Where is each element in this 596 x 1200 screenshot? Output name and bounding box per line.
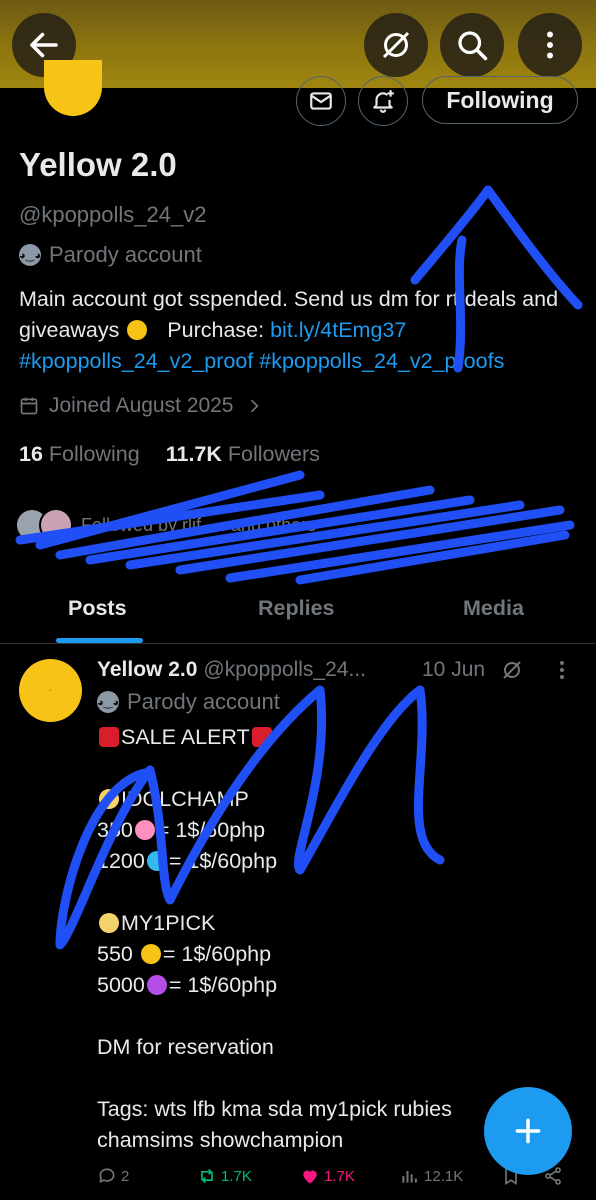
search-icon bbox=[458, 31, 488, 61]
reply-count: 2 bbox=[121, 1167, 130, 1185]
more-vertical-icon[interactable] bbox=[550, 658, 574, 682]
tab-replies[interactable]: Replies bbox=[258, 596, 334, 621]
profile-name: Yellow 2.0 bbox=[19, 146, 177, 183]
post-line bbox=[97, 1063, 537, 1094]
followed-by-text: Followed by rlif, ... and others bbox=[81, 514, 317, 535]
post-text: SALE ALERT IDOLCHAMP 350 = 1$/60php 1200 =… bbox=[97, 722, 537, 1156]
reply-icon bbox=[99, 1168, 115, 1183]
post-engagement-bar: 2 1.7K 1.7K 12.1K bbox=[97, 1166, 577, 1192]
post-line: MY1PICK bbox=[97, 908, 537, 939]
following-label: Following bbox=[48, 442, 140, 466]
chevron-right-icon bbox=[250, 399, 259, 413]
compose-button[interactable] bbox=[484, 1087, 572, 1175]
repost-button[interactable]: 1.7K bbox=[197, 1166, 252, 1186]
repost-icon bbox=[201, 1168, 213, 1184]
blue-heart-icon bbox=[146, 851, 167, 871]
post-parody-text: Parody account bbox=[127, 689, 280, 714]
followers-label: Followers bbox=[227, 442, 320, 466]
post-line: Tags: wts lfb kma sda my1pick rubies bbox=[97, 1097, 452, 1121]
search-button[interactable] bbox=[440, 13, 504, 77]
like-button[interactable]: 1.7K bbox=[300, 1166, 355, 1186]
more-vertical-icon bbox=[547, 31, 553, 59]
mail-icon bbox=[310, 92, 332, 110]
bell-plus-icon bbox=[373, 90, 394, 113]
post-date: 10 Jun bbox=[422, 658, 486, 681]
yellow-heart-icon bbox=[127, 320, 148, 340]
followed-by[interactable]: Followed by rlif, ... and others bbox=[15, 508, 596, 542]
more-button[interactable] bbox=[518, 13, 582, 77]
post-line: SALE ALERT bbox=[97, 722, 537, 753]
post-line bbox=[97, 877, 537, 908]
post-line: 5000 = 1$/60php bbox=[97, 973, 278, 997]
sparkle-icon bbox=[99, 913, 119, 933]
tab-posts[interactable]: Posts bbox=[68, 596, 127, 621]
views-button[interactable]: 12.1K bbox=[400, 1166, 463, 1186]
post-line: 1200 = 1$/60php bbox=[97, 849, 278, 873]
post-header-icons bbox=[500, 658, 574, 682]
post-line: DM for reservation bbox=[97, 1035, 274, 1059]
avatar bbox=[39, 508, 73, 542]
bio-hashtags[interactable]: #kpoppolls_24_v2_proof #kpoppolls_24_v2_… bbox=[19, 349, 504, 373]
purple-heart-icon bbox=[146, 975, 167, 995]
post-line: chamsims showchampion bbox=[97, 1128, 344, 1152]
plus-icon bbox=[515, 1118, 541, 1144]
yellow-heart-icon bbox=[140, 944, 161, 964]
mask-icon: ◕‿◕ bbox=[19, 244, 41, 266]
active-tab-indicator bbox=[56, 638, 143, 643]
views-count: 12.1K bbox=[424, 1167, 464, 1185]
following-stat[interactable]: 16 Following bbox=[19, 442, 140, 467]
post-author-name[interactable]: Yellow 2.0 bbox=[97, 658, 197, 682]
grok-icon bbox=[382, 31, 410, 59]
grok-icon[interactable] bbox=[500, 658, 524, 682]
reply-button[interactable]: 2 bbox=[97, 1166, 129, 1186]
calendar-icon bbox=[20, 397, 38, 415]
heart-icon bbox=[303, 1170, 317, 1184]
profile-bio: Main account got sspended. Send us dm fo… bbox=[19, 284, 579, 377]
sparkle-icon bbox=[99, 789, 119, 809]
post-line: 550 = 1$/60php bbox=[97, 942, 272, 966]
views-icon bbox=[402, 1171, 417, 1183]
following-count: 16 bbox=[19, 442, 43, 466]
post-line bbox=[97, 1001, 537, 1032]
siren-icon bbox=[251, 727, 272, 747]
profile-avatar[interactable] bbox=[44, 60, 102, 116]
parody-label-text: Parody account bbox=[49, 242, 202, 267]
followers-stat[interactable]: 11.7K Followers bbox=[166, 442, 320, 467]
like-count: 1.7K bbox=[324, 1167, 355, 1185]
message-button[interactable] bbox=[296, 76, 346, 126]
post-avatar[interactable]: ◦ bbox=[19, 659, 82, 722]
joined-date[interactable]: Joined August 2025 bbox=[19, 394, 264, 418]
post-parody-label: ◕‿◕ Parody account bbox=[97, 689, 280, 715]
mask-icon: ◕‿◕ bbox=[97, 691, 119, 713]
follow-stats: 16 Following 11.7K Followers bbox=[19, 442, 320, 467]
followers-count: 11.7K bbox=[165, 442, 222, 466]
notify-button[interactable] bbox=[358, 76, 408, 126]
bio-link[interactable]: bit.ly/4tEmg37 bbox=[270, 318, 406, 342]
repost-count: 1.7K bbox=[221, 1167, 252, 1185]
arrow-left-icon bbox=[30, 32, 58, 58]
profile-tabs: Posts Replies Media bbox=[0, 580, 596, 644]
siren-icon bbox=[99, 727, 119, 747]
grok-button[interactable] bbox=[364, 13, 428, 77]
post-line bbox=[97, 753, 537, 784]
following-button[interactable]: Following bbox=[422, 76, 578, 124]
parody-label: ◕‿◕ Parody account bbox=[19, 242, 202, 268]
profile-handle: @kpoppolls_24_v2 bbox=[19, 202, 207, 227]
post-author-handle[interactable]: @kpoppolls_24... bbox=[203, 658, 366, 682]
pink-heart-icon bbox=[134, 820, 155, 840]
joined-text: Joined August 2025 bbox=[49, 394, 234, 417]
bio-purchase-label: Purchase: bbox=[167, 318, 265, 342]
tab-media[interactable]: Media bbox=[463, 596, 524, 621]
post-line: IDOLCHAMP bbox=[97, 784, 537, 815]
post-line: 350 = 1$/60php bbox=[97, 818, 266, 842]
